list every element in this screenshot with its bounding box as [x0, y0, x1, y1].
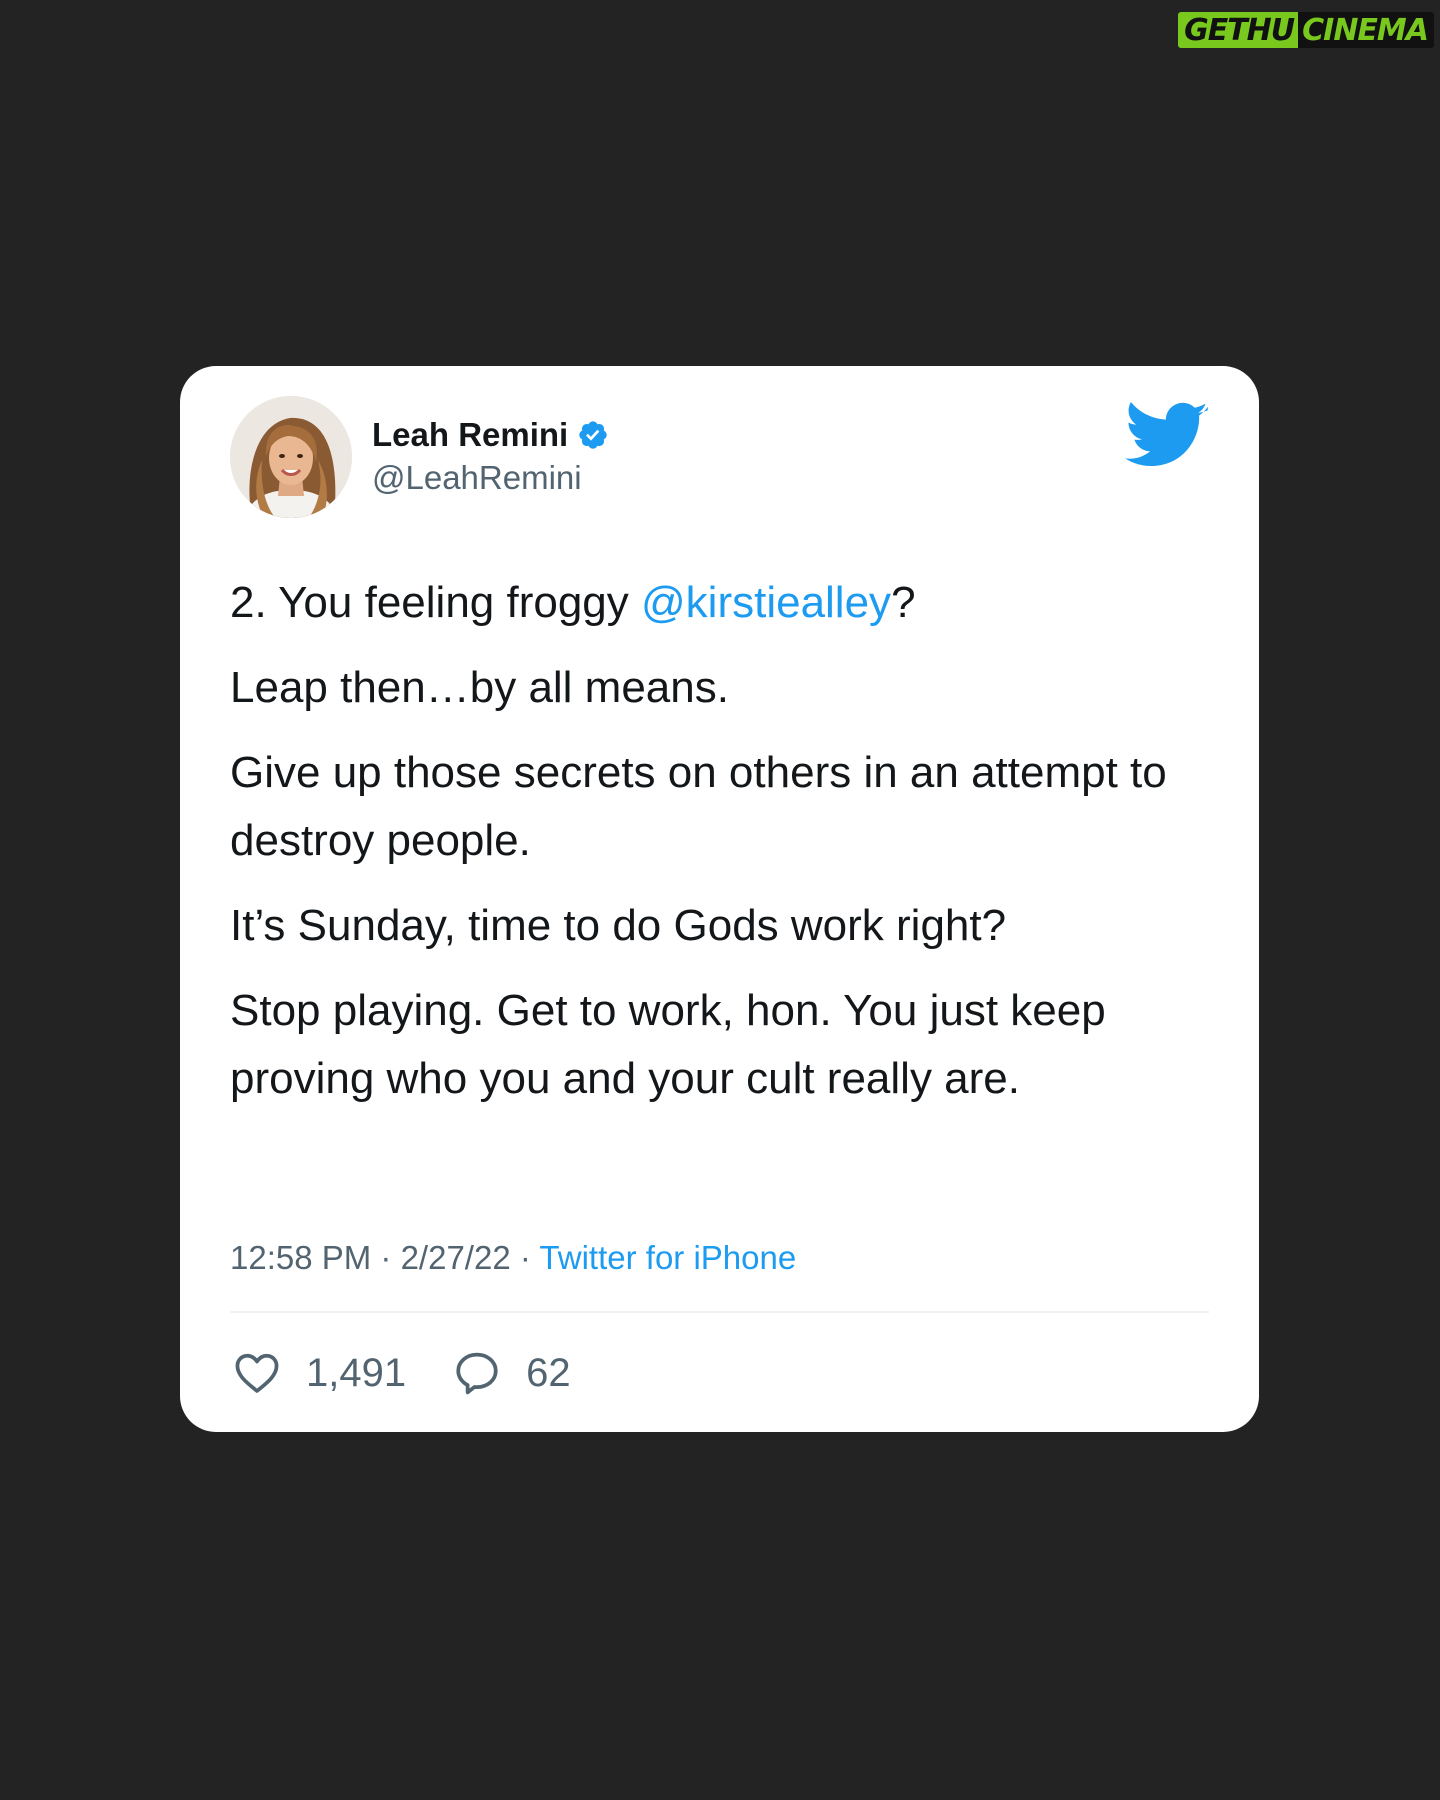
- twitter-bird-icon: [1125, 402, 1209, 472]
- gethu-cinema-logo: GETHU CINEMA: [1178, 10, 1434, 50]
- mention-link[interactable]: @kirstiealley: [641, 578, 891, 627]
- author-display-name[interactable]: Leah Remini: [372, 416, 568, 454]
- author-name-row: Leah Remini: [372, 416, 609, 454]
- tweet-actions: 1,491 62: [232, 1348, 571, 1398]
- heart-icon[interactable]: [232, 1348, 282, 1398]
- tweet-line1-suffix: ?: [891, 578, 916, 627]
- tweet-paragraph-1: 2. You feeling froggy @kirstiealley?: [230, 569, 1220, 637]
- tweet-meta: 12:58 PM · 2/27/22 · Twitter for iPhone: [230, 1239, 796, 1277]
- tweet-paragraph-2: Leap then…by all means.: [230, 663, 729, 712]
- tweet-paragraph-3: Give up those secrets on others in an at…: [230, 748, 1167, 865]
- tweet-text: 2. You feeling froggy @kirstiealley? Lea…: [230, 569, 1220, 1130]
- reply-bubble-icon[interactable]: [452, 1348, 502, 1398]
- tweet-paragraph-5: Stop playing. Get to work, hon. You just…: [230, 986, 1106, 1103]
- tweet-date[interactable]: 2/27/22: [401, 1239, 511, 1276]
- logo-text-left: GETHU: [1178, 12, 1299, 48]
- tweet-line1-prefix: 2. You feeling froggy: [230, 578, 641, 627]
- tweet-source-link[interactable]: Twitter for iPhone: [539, 1239, 796, 1276]
- reply-count: 62: [526, 1350, 571, 1395]
- divider: [230, 1311, 1209, 1313]
- verified-badge-icon: [577, 419, 609, 451]
- meta-separator: ·: [371, 1239, 401, 1276]
- tweet-paragraph-4: It’s Sunday, time to do Gods work right?: [230, 901, 1007, 950]
- author-handle[interactable]: @LeahRemini: [372, 459, 582, 497]
- tweet-card: Leah Remini @LeahRemini 2. You feeling f…: [180, 366, 1259, 1432]
- meta-separator: ·: [510, 1239, 540, 1276]
- like-count: 1,491: [306, 1350, 407, 1395]
- author-avatar[interactable]: [230, 396, 352, 518]
- logo-text-right: CINEMA: [1298, 12, 1434, 48]
- tweet-time[interactable]: 12:58 PM: [230, 1239, 371, 1276]
- avatar-photo: [230, 396, 352, 518]
